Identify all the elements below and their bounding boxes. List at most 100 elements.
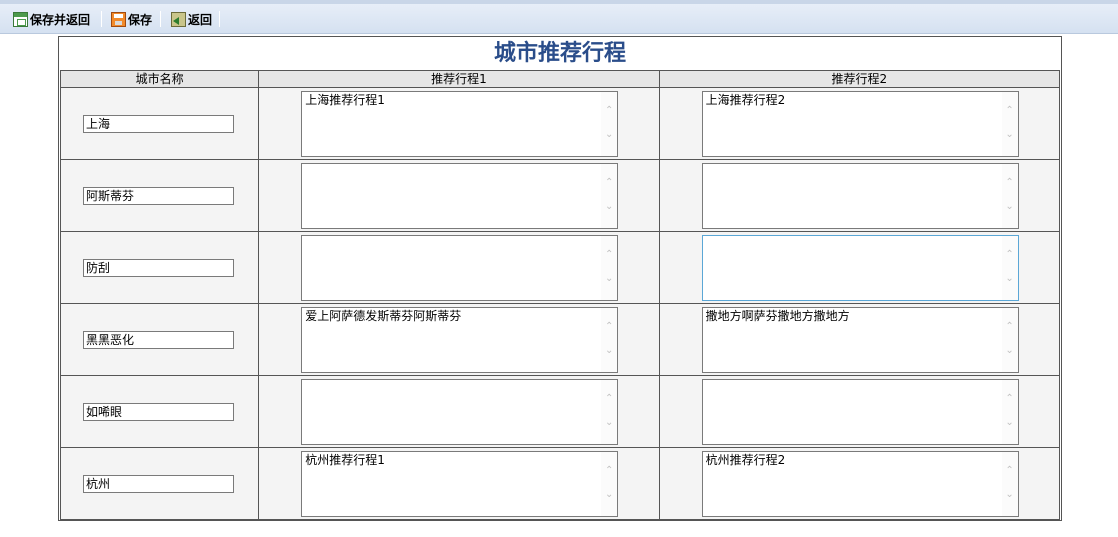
itinerary-1-box: ⌃ ⌄ xyxy=(301,162,619,229)
back-arrow-icon xyxy=(171,11,186,27)
city-name-input[interactable] xyxy=(83,474,234,493)
itinerary-1-cell: ⌃ ⌄ xyxy=(258,159,660,232)
itinerary-2-textarea[interactable] xyxy=(702,235,1001,300)
textarea-scrollbar[interactable]: ⌃ ⌄ xyxy=(601,307,618,372)
save-and-return-button[interactable]: 保存并返回 xyxy=(13,10,90,28)
city-cell xyxy=(59,375,260,448)
textarea-scrollbar[interactable]: ⌃ ⌄ xyxy=(601,163,618,228)
textarea-scrollbar[interactable]: ⌃ ⌄ xyxy=(1001,307,1018,372)
scroll-down-icon[interactable]: ⌄ xyxy=(604,489,614,500)
itinerary-2-textarea[interactable]: 杭州推荐行程2 xyxy=(702,451,1001,516)
city-name-input[interactable] xyxy=(83,258,234,277)
itinerary-1-cell: ⌃ ⌄ xyxy=(258,231,660,304)
itinerary-2-box: 杭州推荐行程2 ⌃ ⌄ xyxy=(701,450,1019,517)
itinerary-2-textarea[interactable]: 上海推荐行程2 xyxy=(702,91,1001,156)
save-and-return-icon xyxy=(13,11,28,27)
itinerary-1-cell: 上海推荐行程1 ⌃ ⌄ xyxy=(258,87,660,160)
toolbar: 保存并返回 保存 返回 xyxy=(0,0,1118,34)
itinerary-2-cell: ⌃ ⌄ xyxy=(658,375,1061,448)
page-title: 城市推荐行程 xyxy=(493,40,626,66)
scroll-up-icon[interactable]: ⌃ xyxy=(604,321,614,332)
table-row: ⌃⌄ ⌃⌄ xyxy=(59,231,1061,304)
itinerary-1-box: 杭州推荐行程1 ⌃ ⌄ xyxy=(301,450,619,517)
itinerary-2-box-focused: ⌃ ⌄ xyxy=(701,234,1019,301)
scroll-down-icon[interactable]: ⌄ xyxy=(1005,273,1015,284)
itinerary-1-cell: 杭州推荐行程1 ⌃ ⌄ xyxy=(258,447,660,520)
itinerary-2-textarea[interactable] xyxy=(702,379,1001,444)
city-cell xyxy=(59,447,260,520)
itinerary-1-cell: ⌃ ⌄ xyxy=(258,375,660,448)
save-button[interactable]: 保存 xyxy=(111,10,152,28)
itinerary-2-box: ⌃ ⌄ xyxy=(701,378,1019,445)
save-and-return-label: 保存并返回 xyxy=(30,12,91,27)
scroll-up-icon[interactable]: ⌃ xyxy=(604,249,614,260)
scroll-down-icon[interactable]: ⌄ xyxy=(1005,345,1015,356)
itinerary-1-box: 上海推荐行程1 ⌃ ⌄ xyxy=(301,90,619,157)
itinerary-2-box: ⌃ ⌄ xyxy=(701,162,1019,229)
scroll-down-icon[interactable]: ⌄ xyxy=(1005,417,1015,428)
scroll-up-icon[interactable]: ⌃ xyxy=(1005,249,1015,260)
textarea-scrollbar[interactable]: ⌃ ⌄ xyxy=(1001,235,1018,300)
itinerary-2-cell: 杭州推荐行程2 ⌃ ⌄ xyxy=(658,447,1061,520)
itinerary-form: 城市推荐行程 城市名称 推荐行程1 推荐行程2 上海推荐行程1⌃⌄ 上海推荐行程… xyxy=(58,36,1062,521)
scroll-down-icon[interactable]: ⌄ xyxy=(604,129,614,140)
itinerary-2-cell: 撒地方啊萨芬撒地方撒地方 ⌃ ⌄ xyxy=(658,303,1061,376)
textarea-scrollbar[interactable]: ⌃ ⌄ xyxy=(601,451,618,516)
table-header-row: 城市名称 推荐行程1 推荐行程2 xyxy=(59,70,1061,88)
table-row: 爱上阿萨德发斯蒂芬阿斯蒂芬⌃⌄ 撒地方啊萨芬撒地方撒地方⌃⌄ xyxy=(59,303,1061,376)
header-itinerary-2: 推荐行程2 xyxy=(658,70,1061,88)
itinerary-table: 城市名称 推荐行程1 推荐行程2 上海推荐行程1⌃⌄ 上海推荐行程2⌃⌄ ⌃⌄ … xyxy=(59,70,1061,520)
scroll-down-icon[interactable]: ⌄ xyxy=(604,345,614,356)
textarea-scrollbar[interactable]: ⌃ ⌄ xyxy=(1001,379,1018,444)
itinerary-1-textarea[interactable]: 爱上阿萨德发斯蒂芬阿斯蒂芬 xyxy=(302,307,601,372)
textarea-scrollbar[interactable]: ⌃ ⌄ xyxy=(601,91,618,156)
itinerary-1-box: 爱上阿萨德发斯蒂芬阿斯蒂芬 ⌃ ⌄ xyxy=(301,306,619,373)
scroll-up-icon[interactable]: ⌃ xyxy=(1005,321,1015,332)
scroll-up-icon[interactable]: ⌃ xyxy=(604,465,614,476)
scroll-down-icon[interactable]: ⌄ xyxy=(1005,129,1015,140)
scroll-down-icon[interactable]: ⌄ xyxy=(1005,489,1015,500)
table-row: 上海推荐行程1⌃⌄ 上海推荐行程2⌃⌄ xyxy=(59,87,1061,160)
itinerary-1-textarea[interactable] xyxy=(302,163,601,228)
city-name-input[interactable] xyxy=(83,330,234,349)
textarea-scrollbar[interactable]: ⌃ ⌄ xyxy=(1001,451,1018,516)
scroll-up-icon[interactable]: ⌃ xyxy=(1005,465,1015,476)
itinerary-1-box: ⌃ ⌄ xyxy=(301,234,619,301)
city-name-input[interactable] xyxy=(83,186,234,205)
scroll-down-icon[interactable]: ⌄ xyxy=(604,417,614,428)
city-cell xyxy=(59,303,260,376)
scroll-up-icon[interactable]: ⌃ xyxy=(1005,177,1015,188)
itinerary-2-cell: ⌃ ⌄ xyxy=(658,159,1061,232)
header-city-name: 城市名称 xyxy=(59,70,260,88)
table-row: ⌃⌄ ⌃⌄ xyxy=(59,375,1061,448)
city-cell xyxy=(59,87,260,160)
itinerary-2-textarea[interactable] xyxy=(702,163,1001,228)
scroll-up-icon[interactable]: ⌃ xyxy=(604,177,614,188)
textarea-scrollbar[interactable]: ⌃ ⌄ xyxy=(1001,163,1018,228)
scroll-down-icon[interactable]: ⌄ xyxy=(1005,201,1015,212)
city-name-input[interactable] xyxy=(83,402,234,421)
textarea-scrollbar[interactable]: ⌃ ⌄ xyxy=(601,379,618,444)
itinerary-2-textarea[interactable]: 撒地方啊萨芬撒地方撒地方 xyxy=(702,307,1001,372)
itinerary-1-textarea[interactable] xyxy=(302,235,601,300)
scroll-up-icon[interactable]: ⌃ xyxy=(604,105,614,116)
itinerary-1-cell: 爱上阿萨德发斯蒂芬阿斯蒂芬 ⌃ ⌄ xyxy=(258,303,660,376)
textarea-scrollbar[interactable]: ⌃ ⌄ xyxy=(1001,91,1018,156)
itinerary-1-textarea[interactable]: 杭州推荐行程1 xyxy=(302,451,601,516)
scroll-down-icon[interactable]: ⌄ xyxy=(604,201,614,212)
itinerary-1-box: ⌃ ⌄ xyxy=(301,378,619,445)
toolbar-separator xyxy=(160,11,161,27)
header-itinerary-1: 推荐行程1 xyxy=(258,70,660,88)
back-button[interactable]: 返回 xyxy=(171,10,212,28)
table-row: ⌃⌄ ⌃⌄ xyxy=(59,159,1061,232)
itinerary-1-textarea[interactable]: 上海推荐行程1 xyxy=(302,91,601,156)
itinerary-2-box: 上海推荐行程2 ⌃ ⌄ xyxy=(701,90,1019,157)
scroll-up-icon[interactable]: ⌃ xyxy=(1005,105,1015,116)
scroll-up-icon[interactable]: ⌃ xyxy=(1005,393,1015,404)
itinerary-1-textarea[interactable] xyxy=(302,379,601,444)
scroll-down-icon[interactable]: ⌄ xyxy=(604,273,614,284)
textarea-scrollbar[interactable]: ⌃ ⌄ xyxy=(601,235,618,300)
city-name-input[interactable] xyxy=(83,114,234,133)
save-label: 保存 xyxy=(128,12,153,27)
scroll-up-icon[interactable]: ⌃ xyxy=(604,393,614,404)
